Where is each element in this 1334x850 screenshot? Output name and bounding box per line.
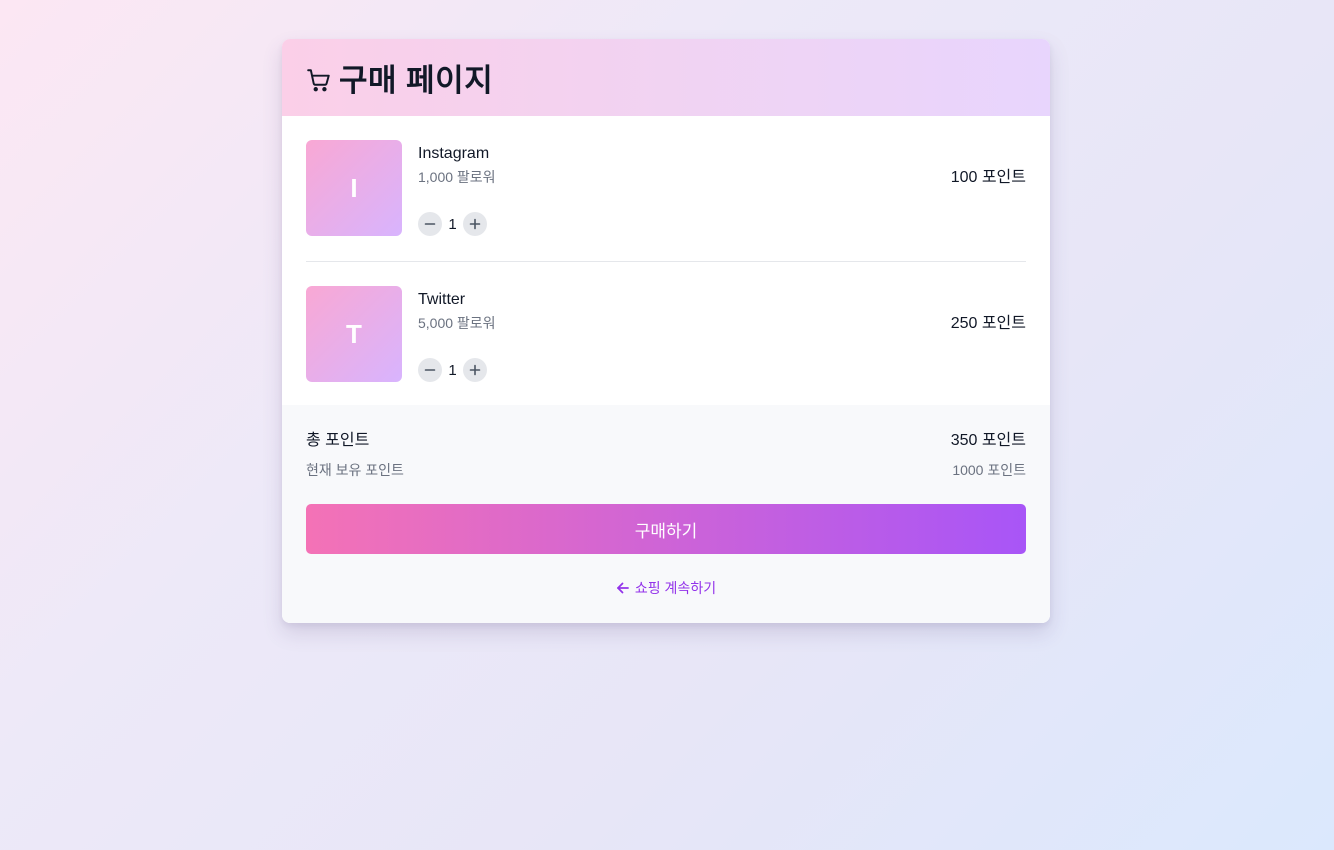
cart-item-list: I Instagram 1,000 팔로워 1 100 포인트 T Twitte… [282,116,1050,406]
item-detail: 1,000 팔로워 [418,169,496,185]
item-price: 250 포인트 [950,315,1026,332]
total-points-row: 총 포인트 350 포인트 [306,431,1026,451]
item-thumbnail: T [306,286,402,382]
shopping-cart-icon [306,67,332,93]
total-points-label: 총 포인트 [306,432,370,449]
item-price: 100 포인트 [950,169,1026,186]
plus-icon [469,218,481,230]
cart-item: I Instagram 1,000 팔로워 1 100 포인트 [306,116,1026,261]
item-detail: 5,000 팔로워 [418,315,496,331]
continue-shopping-link[interactable]: 쇼핑 계속하기 [306,578,1026,598]
increase-quantity-button[interactable] [463,358,487,382]
decrease-quantity-button[interactable] [418,358,442,382]
minus-icon [424,223,436,225]
card-header: 구매 페이지 [282,39,1050,116]
purchase-button[interactable]: 구매하기 [306,504,1026,554]
continue-shopping-label: 쇼핑 계속하기 [634,580,717,596]
arrow-left-icon [616,581,630,595]
quantity-value: 1 [448,361,457,379]
plus-icon [469,364,481,376]
owned-points-value: 1000 포인트 [952,462,1026,478]
total-points-value: 350 포인트 [950,432,1026,449]
quantity-stepper: 1 [418,358,487,382]
order-summary: 총 포인트 350 포인트 현재 보유 포인트 1000 포인트 구매하기 쇼핑… [282,405,1050,623]
quantity-stepper: 1 [418,212,487,236]
increase-quantity-button[interactable] [463,212,487,236]
item-name: Twitter [418,291,466,308]
item-name: Instagram [418,145,490,162]
purchase-card: 구매 페이지 I Instagram 1,000 팔로워 1 100 포인트 T… [282,39,1050,623]
decrease-quantity-button[interactable] [418,212,442,236]
quantity-value: 1 [448,215,457,233]
owned-points-label: 현재 보유 포인트 [306,462,404,478]
item-info: Twitter 5,000 팔로워 1 250 포인트 [418,286,1026,406]
cart-item: T Twitter 5,000 팔로워 1 250 포인트 [306,261,1026,406]
page-title: 구매 페이지 [339,63,494,98]
owned-points-row: 현재 보유 포인트 1000 포인트 [306,461,1026,479]
item-info: Instagram 1,000 팔로워 1 100 포인트 [418,140,1026,261]
minus-icon [424,369,436,371]
item-thumbnail: I [306,140,402,236]
